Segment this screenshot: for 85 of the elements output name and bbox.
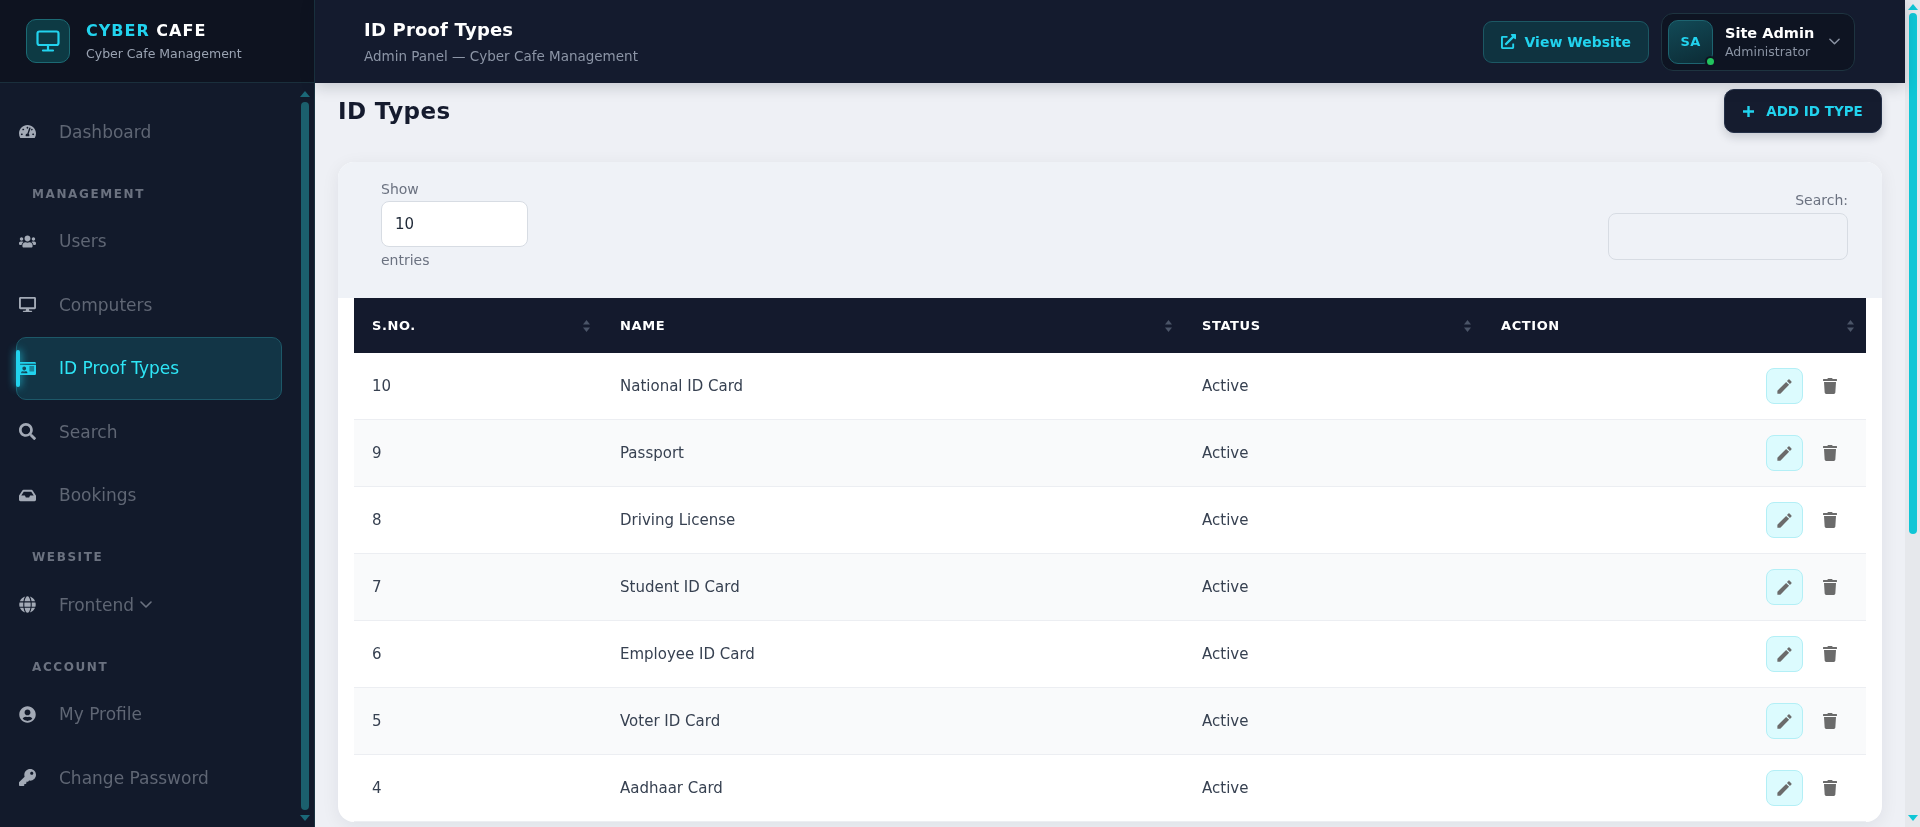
chevron-down-icon <box>1829 38 1840 45</box>
table-cell-text: National ID Card <box>619 376 745 397</box>
trash-icon <box>1823 445 1837 461</box>
table-cell-text: Student ID Card <box>619 577 741 598</box>
scrollbar-thumb[interactable] <box>1908 13 1917 534</box>
globe-icon <box>18 596 36 614</box>
gauge-icon <box>18 123 36 141</box>
column-header[interactable]: S.NO. <box>354 298 602 353</box>
delete-button[interactable] <box>1823 780 1837 796</box>
edit-button[interactable] <box>1766 636 1803 672</box>
table-cell-text: Active <box>1201 510 1250 531</box>
user-name: Site Admin <box>1725 23 1815 42</box>
chevron-down-icon <box>140 601 153 609</box>
id-card-icon <box>18 359 36 377</box>
avatar-initials: SA <box>1680 34 1701 49</box>
trash-icon <box>1823 512 1837 528</box>
table-cell-text: Active <box>1201 778 1250 799</box>
table-cell-text: Voter ID Card <box>619 711 722 732</box>
table-cell-text: 10 <box>371 376 393 397</box>
view-website-button[interactable]: View Website <box>1482 20 1649 63</box>
section-heading: WEBSITE <box>32 549 104 565</box>
monitor-icon <box>18 296 36 314</box>
scrollbar-thumb[interactable] <box>301 102 309 810</box>
search-field[interactable] <box>1608 213 1848 260</box>
trash-icon <box>1823 713 1837 729</box>
page-length-field[interactable]: 10 <box>381 201 528 247</box>
delete-button[interactable] <box>1823 378 1837 394</box>
delete-button[interactable] <box>1823 512 1837 528</box>
edit-button[interactable] <box>1766 703 1803 739</box>
table-cell-text: Active <box>1201 443 1250 464</box>
sidebar-item[interactable]: ID Proof Types <box>16 336 282 400</box>
scroll-down-icon[interactable] <box>300 815 310 821</box>
scroll-up-icon[interactable] <box>300 91 310 97</box>
column-header[interactable]: STATUS <box>1184 298 1483 353</box>
search-icon <box>18 423 36 441</box>
sort-icon <box>583 319 590 332</box>
external-link-icon <box>1500 34 1516 49</box>
trash-icon <box>1823 579 1837 595</box>
section-heading: ACCOUNT <box>32 658 109 675</box>
key-icon <box>18 769 36 787</box>
brand-tagline: Cyber Cafe Management <box>86 45 242 62</box>
sort-icon <box>1464 319 1471 332</box>
trash-icon <box>1823 780 1837 796</box>
edit-button[interactable] <box>1766 569 1803 605</box>
sort-icon <box>1847 319 1854 332</box>
table-cell-text: Passport <box>619 443 685 464</box>
plus-icon <box>1743 105 1755 117</box>
table-cell-text: 9 <box>371 443 383 464</box>
delete-button[interactable] <box>1823 646 1837 662</box>
table-cell-text: Aadhaar Card <box>619 778 724 799</box>
column-header[interactable]: NAME <box>602 298 1184 353</box>
table-cell-text: 4 <box>371 778 383 799</box>
monitor-icon <box>26 19 70 63</box>
section-heading: MANAGEMENT <box>32 185 145 202</box>
table-cell-text: Active <box>1201 644 1250 665</box>
trash-icon <box>1823 646 1837 662</box>
table-cell-text: Active <box>1201 577 1250 598</box>
table-cell-text: 7 <box>371 577 383 598</box>
header-title: ID Proof Types <box>364 18 514 41</box>
brand-name: CYBER CAFE <box>86 20 207 41</box>
table-cell-text: Active <box>1201 376 1250 397</box>
table-cell-text: 6 <box>371 644 383 665</box>
delete-button[interactable] <box>1823 713 1837 729</box>
delete-button[interactable] <box>1823 579 1837 595</box>
edit-button[interactable] <box>1766 368 1803 404</box>
table-cell-text: 8 <box>371 510 383 531</box>
edit-button[interactable] <box>1766 502 1803 538</box>
user-menu[interactable]: SA Site Admin Administrator <box>1661 12 1855 71</box>
delete-button[interactable] <box>1823 445 1837 461</box>
user-role: Administrator <box>1725 43 1811 60</box>
edit-button[interactable] <box>1766 770 1803 806</box>
table-cell-text: Active <box>1201 711 1250 732</box>
search-label: Search: <box>1795 191 1848 209</box>
edit-button[interactable] <box>1766 435 1803 471</box>
entries-label: entries <box>381 251 430 269</box>
sort-icon <box>1165 319 1172 332</box>
trash-icon <box>1823 378 1837 394</box>
header-subtitle: Admin Panel — Cyber Cafe Management <box>364 46 638 65</box>
show-label: Show <box>381 180 419 198</box>
column-header[interactable]: ACTION <box>1483 298 1866 353</box>
table-cell-text: Employee ID Card <box>619 644 756 665</box>
table-cell-text: Driving License <box>619 510 737 531</box>
table-cell-text: 5 <box>371 711 383 732</box>
add-id-type-button[interactable]: ADD ID TYPE <box>1724 89 1882 133</box>
page-heading: ID Types <box>338 98 451 124</box>
